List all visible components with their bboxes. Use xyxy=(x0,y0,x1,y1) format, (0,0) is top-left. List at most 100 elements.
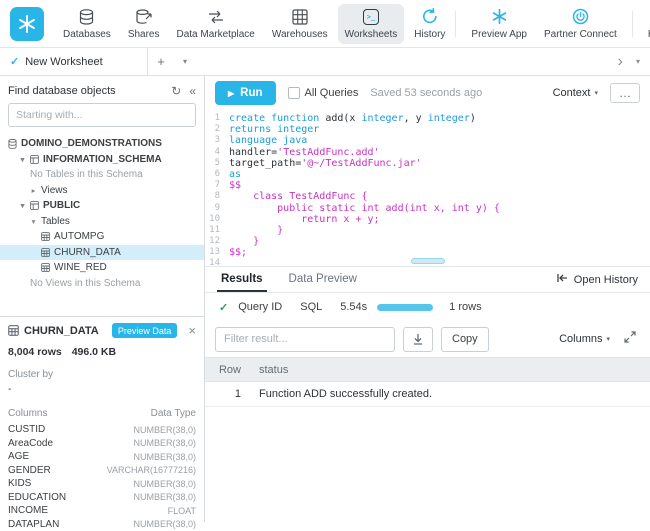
column-row-kids: KIDSNUMBER(38,0) xyxy=(8,477,196,491)
nav-item-databases[interactable]: Databases xyxy=(56,4,118,44)
columns-header-row: Columns Data Type xyxy=(8,408,196,423)
open-history-button[interactable]: Open History xyxy=(556,267,650,292)
body-row: Find database objects ↻ « DOMINO_DEMONST… xyxy=(0,76,650,522)
tree-item-public[interactable]: ▾ PUBLIC xyxy=(0,198,204,214)
success-check-icon: ✓ xyxy=(219,301,228,314)
query-duration: 5.54s xyxy=(340,301,367,313)
code-line-5: 5target_path='@~/TestAddFunc.jar' xyxy=(205,158,650,169)
code-line-12: 12 } xyxy=(205,236,650,247)
worksheet-tab[interactable]: ✓ New Worksheet xyxy=(0,48,148,75)
tree-item-autompg[interactable]: AUTOMPG xyxy=(0,229,204,245)
code-line-10: 10 return x + y; xyxy=(205,214,650,225)
download-icon xyxy=(412,333,424,345)
more-options-button[interactable]: … xyxy=(610,83,640,103)
filter-result-input[interactable] xyxy=(215,327,395,352)
preview-data-button[interactable]: Preview Data xyxy=(112,323,178,338)
code-line-13: 13$$; xyxy=(205,247,650,258)
columns-dropdown[interactable]: Columns ▾ xyxy=(559,333,610,345)
schema-icon xyxy=(30,155,39,164)
horizontal-scrollbar[interactable] xyxy=(411,258,445,264)
tree-item-label: Views xyxy=(41,185,68,196)
caret-down-icon: ▾ xyxy=(30,217,37,226)
new-worksheet-button[interactable]: + xyxy=(148,48,174,75)
tree-item-wine-red[interactable]: WINE_RED xyxy=(0,260,204,276)
main-nav: DatabasesSharesData MarketplaceWarehouse… xyxy=(56,0,650,47)
tree-item-label: WINE_RED xyxy=(54,262,107,273)
tree-item-no-tables-in-this-schema: No Tables in this Schema xyxy=(0,167,204,183)
tree-item-label: INFORMATION_SCHEMA xyxy=(43,154,162,165)
nav-item-worksheets[interactable]: >_Worksheets xyxy=(338,4,405,44)
column-row-education: EDUCATIONNUMBER(38,0) xyxy=(8,491,196,505)
worksheets-icon: >_ xyxy=(363,8,379,26)
nav-item-preview-app[interactable]: Preview App xyxy=(464,4,534,44)
code-line-11: 11 } xyxy=(205,225,650,236)
table-detail-panel: CHURN_DATA Preview Data × 8,004 rows 496… xyxy=(0,316,204,522)
nav-item-history[interactable]: History xyxy=(407,4,452,44)
snowflake-app: DatabasesSharesData MarketplaceWarehouse… xyxy=(0,0,650,522)
tab-scroll-right-icon[interactable]: › xyxy=(618,53,623,71)
nav-item-warehouses[interactable]: Warehouses xyxy=(265,4,335,44)
query-id-link[interactable]: Query ID xyxy=(238,301,282,313)
column-row-gender: GENDERVARCHAR(16777216) xyxy=(8,464,196,478)
columns-header: Columns xyxy=(8,408,47,419)
sidebar: Find database objects ↻ « DOMINO_DEMONST… xyxy=(0,76,205,522)
expand-results-icon[interactable] xyxy=(624,330,636,348)
row-count: 8,004 rows xyxy=(8,346,62,358)
tab-data-preview[interactable]: Data Preview xyxy=(285,267,361,292)
table-icon xyxy=(8,325,19,336)
worksheet-menu-button[interactable]: ▾ xyxy=(174,48,196,75)
download-button[interactable] xyxy=(403,327,433,352)
code-line-9: 9 public static int add(int x, int y) { xyxy=(205,203,650,214)
code-line-2: 2returns integer xyxy=(205,124,650,135)
all-queries-checkbox[interactable]: All Queries xyxy=(288,87,359,99)
sql-editor[interactable]: 1create function add(x integer, y intege… xyxy=(205,110,650,266)
column-row-areacode: AreaCodeNUMBER(38,0) xyxy=(8,437,196,451)
refresh-icon[interactable]: ↻ xyxy=(171,84,181,98)
run-button[interactable]: ▶ Run xyxy=(215,81,276,105)
table-icon xyxy=(41,248,50,257)
results-table-body: 1Function ADD successfully created. xyxy=(205,382,650,407)
saved-check-icon: ✓ xyxy=(10,55,19,68)
nav-item-help[interactable]: ?Help xyxy=(641,4,650,44)
collapse-sidebar-icon[interactable]: « xyxy=(189,84,196,98)
warehouses-icon xyxy=(292,8,308,26)
code-line-4: 4handler='TestAddFunc.add' xyxy=(205,147,650,158)
tree-item-label: PUBLIC xyxy=(43,200,80,211)
tree-item-domino-demonstrations[interactable]: DOMINO_DEMONSTRATIONS xyxy=(0,136,204,152)
object-search-input[interactable] xyxy=(8,103,196,127)
open-history-icon xyxy=(556,273,568,286)
tabstrip-dropdown-icon[interactable]: ▾ xyxy=(636,57,640,66)
context-dropdown[interactable]: Context ▾ xyxy=(553,87,598,99)
table-icon xyxy=(41,232,50,241)
sql-link[interactable]: SQL xyxy=(300,301,322,313)
tree-item-information-schema[interactable]: ▾INFORMATION_SCHEMA xyxy=(0,152,204,168)
nav-item-partner-connect[interactable]: Partner Connect xyxy=(537,4,624,44)
copy-button[interactable]: Copy xyxy=(441,327,489,352)
saved-status: Saved 53 seconds ago xyxy=(370,87,482,99)
close-icon[interactable]: × xyxy=(188,324,196,337)
find-objects-header: Find database objects ↻ « xyxy=(0,76,204,103)
tree-item-views[interactable]: ▸ Views xyxy=(0,183,204,199)
tree-item-label: No Tables in this Schema xyxy=(30,169,143,180)
query-status-row: ✓ Query ID SQL 5.54s 1 rows xyxy=(205,293,650,321)
history-icon xyxy=(421,8,439,26)
nav-item-shares[interactable]: Shares xyxy=(121,4,167,44)
snowflake-logo-icon[interactable] xyxy=(10,7,44,41)
result-row-count: 1 rows xyxy=(449,301,481,313)
tree-item-churn-data[interactable]: CHURN_DATA xyxy=(0,245,204,261)
nav-item-data-marketplace[interactable]: Data Marketplace xyxy=(170,4,262,44)
database-icon xyxy=(8,139,17,149)
content: ✓ New Worksheet + ▾ › ▾ Find database ob… xyxy=(0,48,650,522)
caret-down-icon: ▾ xyxy=(19,201,26,210)
caret-right-icon: ▸ xyxy=(30,186,37,195)
table-size: 496.0 KB xyxy=(72,346,116,358)
tree-item-tables[interactable]: ▾Tables xyxy=(0,214,204,230)
code-line-7: 7$$ xyxy=(205,180,650,191)
results-tabbar: Results Data Preview Open History xyxy=(205,266,650,293)
tab-results[interactable]: Results xyxy=(217,267,267,292)
duration-bar xyxy=(377,304,433,311)
result-row[interactable]: 1Function ADD successfully created. xyxy=(205,382,650,407)
play-icon: ▶ xyxy=(228,89,234,98)
worksheet-tab-label: New Worksheet xyxy=(25,56,102,68)
results-table: Rowstatus 1Function ADD successfully cre… xyxy=(205,357,650,522)
